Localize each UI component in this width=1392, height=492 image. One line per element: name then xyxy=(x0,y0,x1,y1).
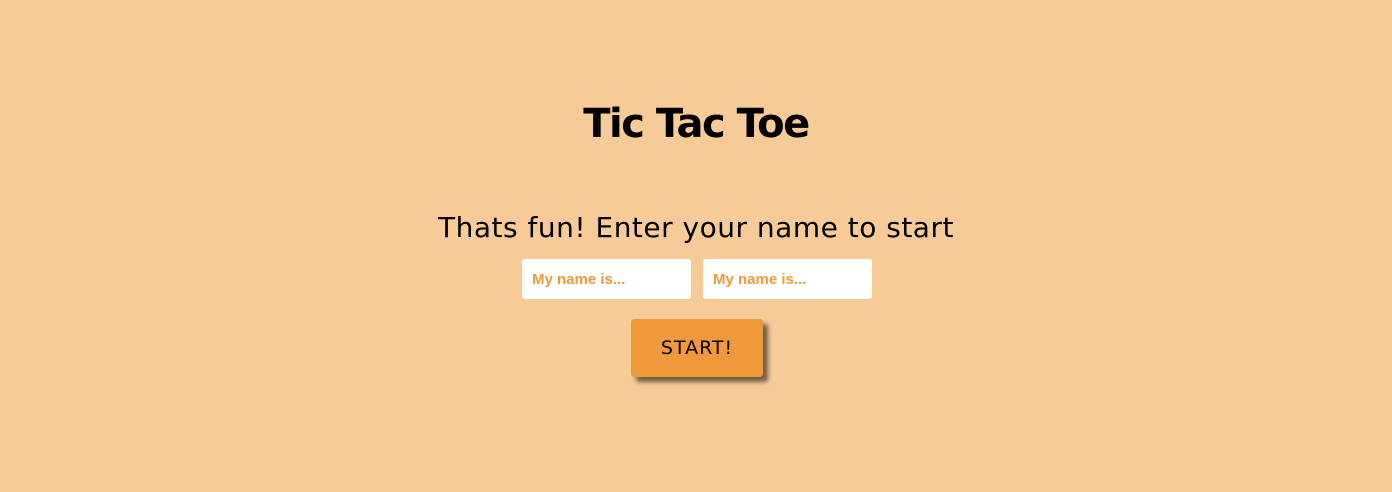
player-two-name-input[interactable] xyxy=(703,259,872,299)
start-screen: Tic Tac Toe Thats fun! Enter your name t… xyxy=(0,0,1392,492)
page-title: Tic Tac Toe xyxy=(583,101,810,147)
player-name-inputs xyxy=(522,259,872,299)
player-one-name-input[interactable] xyxy=(522,259,691,299)
start-prompt: Thats fun! Enter your name to start xyxy=(438,211,954,244)
start-button[interactable]: START! xyxy=(631,319,763,377)
